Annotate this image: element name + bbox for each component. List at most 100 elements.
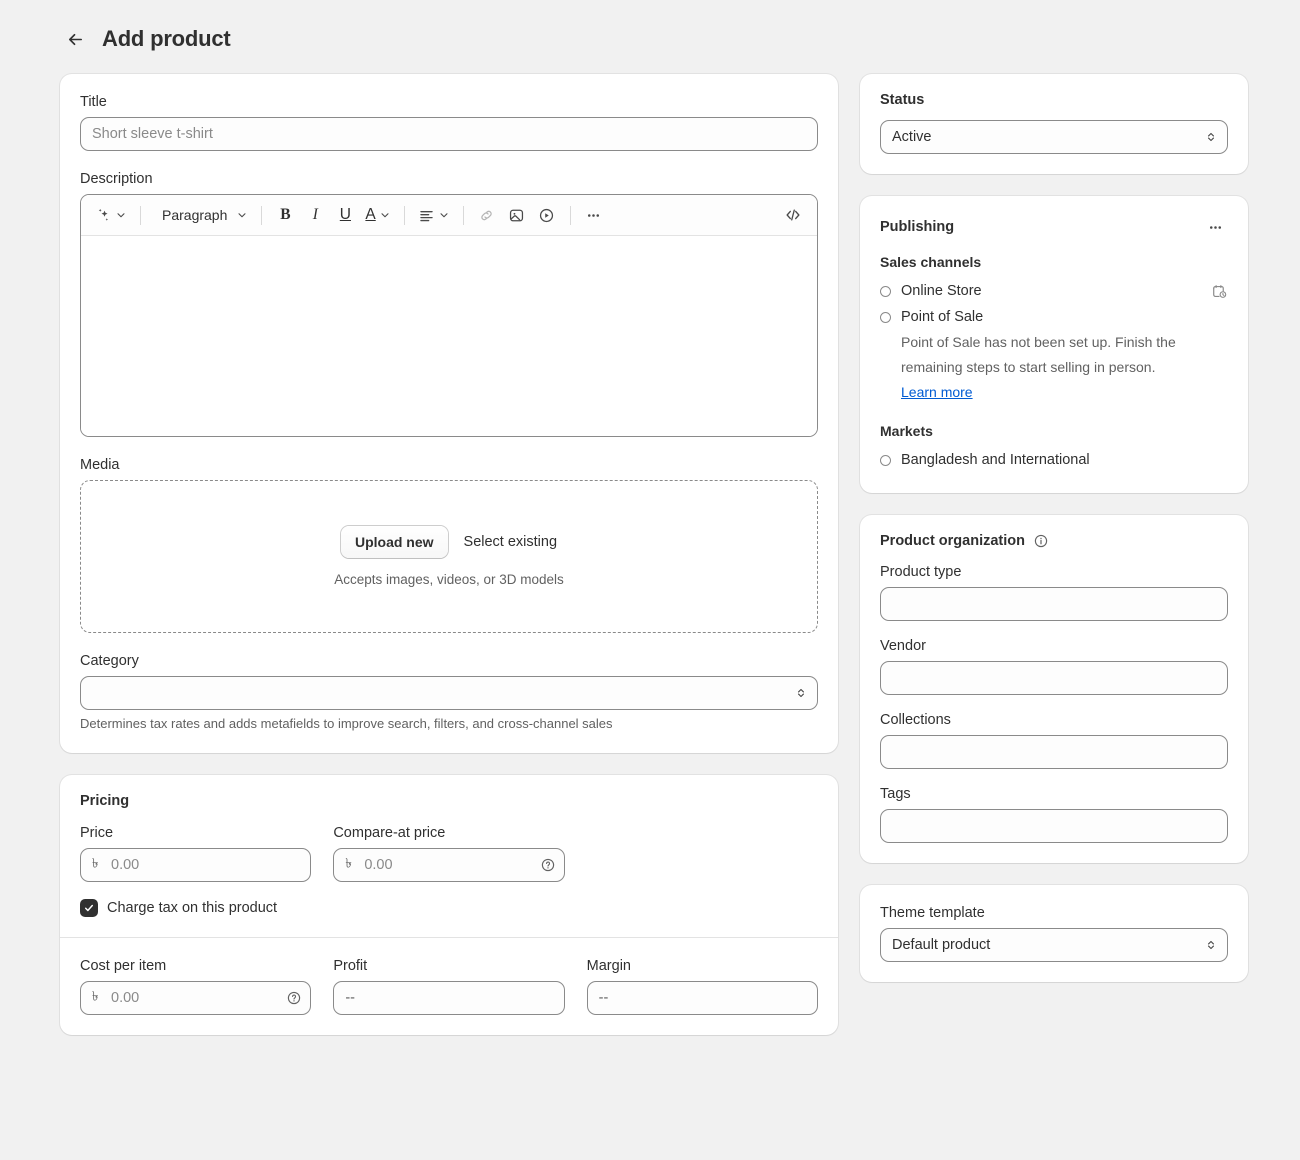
more-options-button[interactable]	[580, 201, 608, 229]
status-title: Status	[880, 92, 1228, 108]
cost-per-item-field: Cost per item ৳	[80, 956, 311, 1015]
status-select[interactable]: Active	[880, 120, 1228, 154]
compare-at-price-help-icon[interactable]	[540, 857, 556, 873]
market-label: Bangladesh and International	[901, 452, 1228, 468]
back-button[interactable]	[62, 26, 88, 52]
tags-field: Tags	[880, 784, 1228, 843]
description-editor: Paragraph B I U	[80, 194, 818, 437]
media-dropzone[interactable]: Upload new Select existing Accepts image…	[80, 480, 818, 633]
price-row: Price ৳ Compare-at price ৳	[80, 823, 818, 882]
price-field: Price ৳	[80, 823, 311, 882]
sparkle-icon	[95, 207, 112, 224]
cost-per-item-input[interactable]	[80, 981, 311, 1015]
page-header: Add product	[0, 0, 1300, 74]
chevron-down-icon	[236, 209, 248, 221]
question-circle-icon	[540, 857, 556, 873]
markets-heading: Markets	[880, 423, 1228, 439]
learn-more-link[interactable]: Learn more	[880, 380, 973, 405]
point-of-sale-radio[interactable]	[880, 312, 891, 323]
image-icon	[508, 207, 525, 224]
ai-assist-button[interactable]	[91, 201, 131, 229]
calendar-clock-icon	[1211, 283, 1228, 300]
insert-link-button[interactable]	[473, 201, 501, 229]
profit-input[interactable]	[333, 981, 564, 1015]
select-existing-link[interactable]: Select existing	[464, 534, 558, 550]
price-input[interactable]	[80, 848, 311, 882]
compare-at-price-input[interactable]	[333, 848, 564, 882]
theme-template-select[interactable]: Default product	[880, 928, 1228, 962]
bold-button[interactable]: B	[271, 201, 299, 229]
market-bangladesh-international[interactable]: Bangladesh and International	[880, 447, 1228, 473]
ellipsis-icon	[1207, 219, 1224, 236]
title-label: Title	[80, 92, 818, 112]
point-of-sale-note: Point of Sale has not been set up. Finis…	[880, 330, 1200, 380]
align-left-icon	[418, 207, 435, 224]
category-help-text: Determines tax rates and adds metafields…	[80, 715, 818, 733]
online-store-radio[interactable]	[880, 286, 891, 297]
insert-image-button[interactable]	[503, 201, 531, 229]
compare-at-price-field: Compare-at price ৳	[333, 823, 564, 882]
publishing-title: Publishing	[880, 219, 954, 235]
point-of-sale-label: Point of Sale	[901, 309, 1228, 325]
underline-button[interactable]: U	[331, 201, 359, 229]
market-radio[interactable]	[880, 455, 891, 466]
product-organization-title: Product organization	[880, 533, 1025, 549]
collections-field: Collections	[880, 710, 1228, 769]
italic-icon: I	[313, 206, 318, 224]
compare-at-price-label: Compare-at price	[333, 823, 564, 843]
block-format-dropdown[interactable]: Paragraph	[150, 201, 252, 229]
italic-button[interactable]: I	[301, 201, 329, 229]
profit-label: Profit	[333, 956, 564, 976]
charge-tax-label: Charge tax on this product	[107, 900, 277, 916]
product-type-field: Product type	[880, 562, 1228, 621]
upload-new-button[interactable]: Upload new	[341, 526, 448, 558]
status-select-wrapper: Active	[880, 120, 1228, 154]
info-circle-icon	[1033, 533, 1049, 549]
cost-row: Cost per item ৳	[80, 956, 818, 1015]
sidebar-column: Status Active Publishing	[860, 74, 1248, 1004]
title-input[interactable]	[80, 117, 818, 151]
profit-field: Profit	[333, 956, 564, 1015]
vendor-input[interactable]	[880, 661, 1228, 695]
description-label: Description	[80, 169, 818, 189]
margin-input[interactable]	[587, 981, 818, 1015]
product-organization-card: Product organization Product type Vend	[860, 515, 1248, 863]
tags-label: Tags	[880, 784, 1228, 804]
arrow-left-icon	[66, 30, 85, 49]
text-color-button[interactable]: A	[361, 201, 394, 229]
status-card: Status Active	[860, 74, 1248, 174]
media-actions: Upload new Select existing	[341, 526, 557, 558]
insert-video-button[interactable]	[533, 201, 561, 229]
page-title: Add product	[102, 26, 231, 52]
main-column: Title Description	[60, 74, 838, 1057]
theme-template-label: Theme template	[880, 903, 1228, 923]
publishing-more-button[interactable]	[1202, 214, 1228, 240]
tags-input[interactable]	[880, 809, 1228, 843]
charge-tax-checkbox-row[interactable]: Charge tax on this product	[80, 899, 818, 917]
price-row-spacer	[587, 823, 818, 882]
category-input[interactable]	[80, 676, 818, 710]
pricing-title: Pricing	[80, 793, 818, 809]
media-label: Media	[80, 455, 818, 475]
collections-input[interactable]	[880, 735, 1228, 769]
code-view-button[interactable]	[779, 201, 807, 229]
collections-label: Collections	[880, 710, 1228, 730]
product-organization-info-button[interactable]	[1033, 533, 1049, 549]
product-type-input[interactable]	[880, 587, 1228, 621]
theme-template-card: Theme template Default product	[860, 885, 1248, 982]
publishing-card: Publishing Sales channels Online Store	[860, 196, 1248, 493]
block-format-label: Paragraph	[154, 207, 233, 223]
text-align-button[interactable]	[414, 201, 454, 229]
cost-per-item-help-icon[interactable]	[286, 990, 302, 1006]
sales-channels-heading: Sales channels	[880, 254, 1228, 270]
schedule-publish-button[interactable]	[1211, 283, 1228, 300]
pricing-card: Pricing Price ৳ Compare-at price ৳	[60, 775, 838, 1035]
vendor-field: Vendor	[880, 636, 1228, 695]
description-textarea[interactable]	[81, 236, 817, 436]
sales-channel-online-store[interactable]: Online Store	[880, 278, 1228, 304]
cost-per-item-label: Cost per item	[80, 956, 311, 976]
sales-channel-point-of-sale[interactable]: Point of Sale	[880, 304, 1228, 330]
charge-tax-checkbox[interactable]	[80, 899, 98, 917]
text-color-icon: A	[365, 206, 375, 224]
chevron-down-icon	[438, 209, 450, 221]
